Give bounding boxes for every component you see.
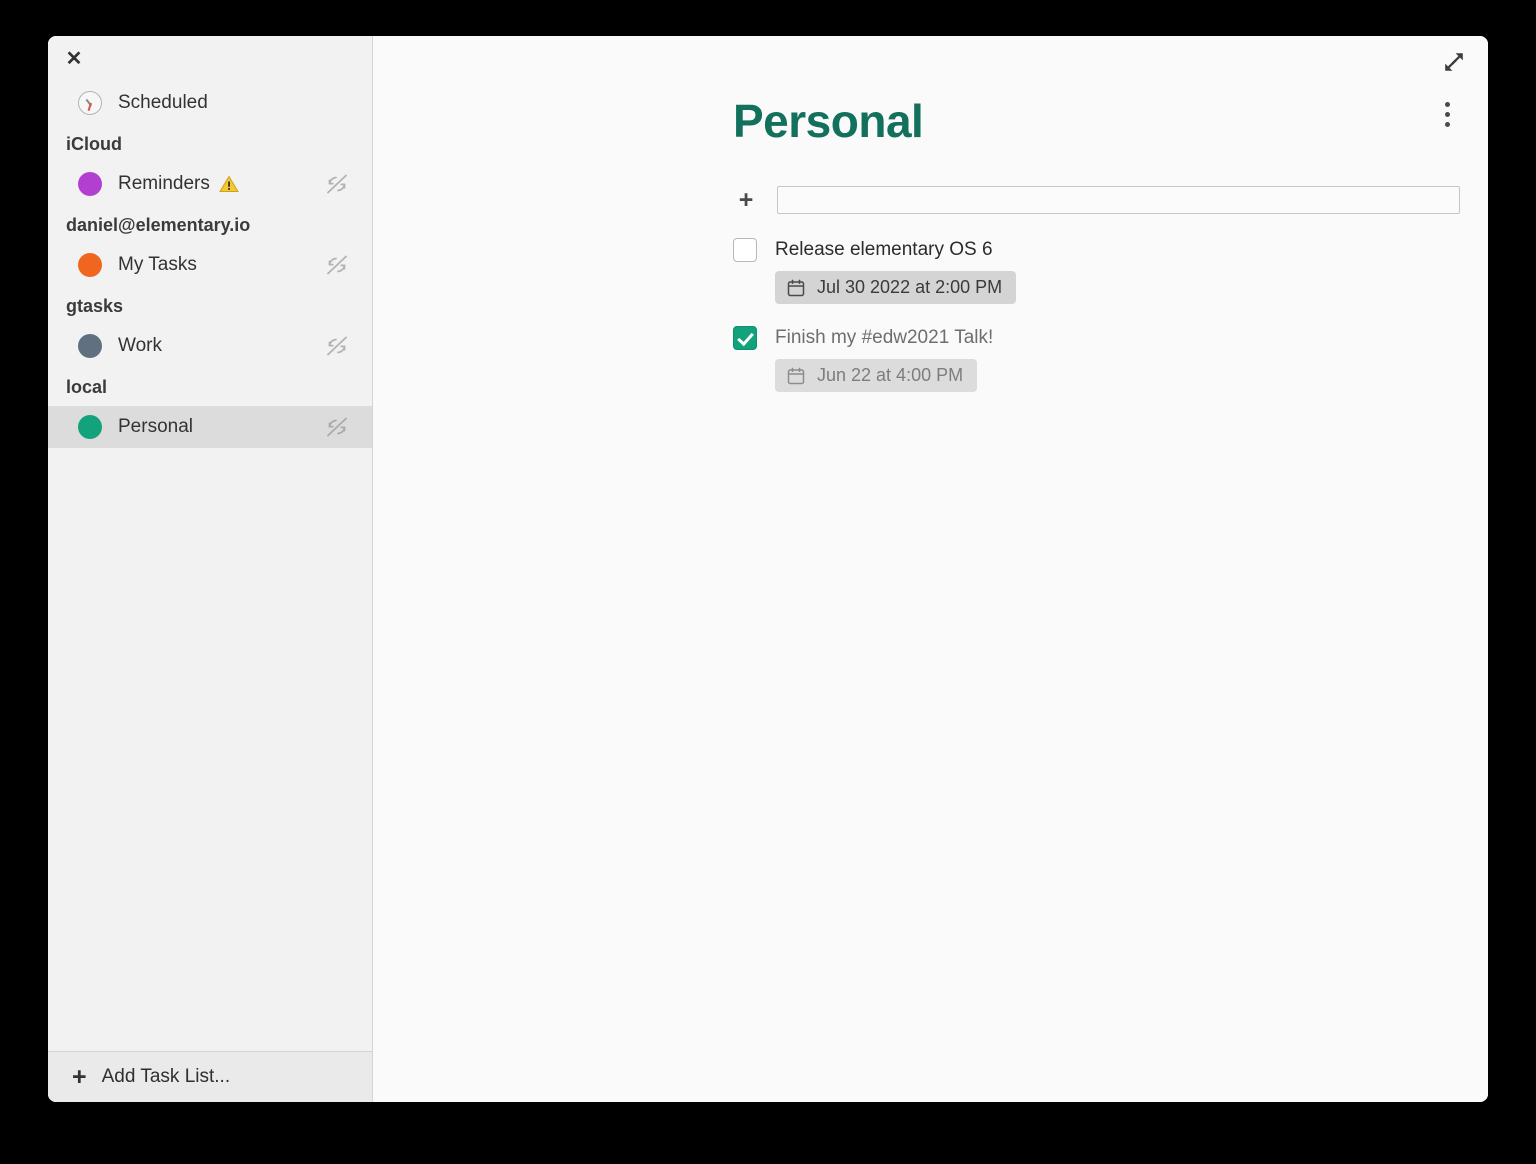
main-topbar — [373, 36, 1488, 127]
task-header: Release elementary OS 6 — [733, 238, 1488, 262]
task-due-label: Jul 30 2022 at 2:00 PM — [817, 277, 1003, 297]
new-task-input[interactable] — [777, 186, 1460, 214]
tasks-window: ✕ Scheduled iCloud Reminders daniel@elem… — [48, 36, 1488, 1102]
more-vertical-icon[interactable] — [1434, 96, 1460, 132]
clock-icon — [78, 91, 102, 115]
sidebar-item-personal[interactable]: Personal — [48, 406, 372, 448]
task-due-chip[interactable]: Jun 22 at 4:00 PM — [775, 359, 978, 392]
new-task-row: + — [733, 186, 1488, 214]
close-icon[interactable]: ✕ — [63, 48, 85, 70]
sidebar-item-my-tasks[interactable]: My Tasks — [48, 244, 372, 286]
dot — [1444, 101, 1450, 107]
sidebar-group-header-local: local — [66, 377, 108, 397]
task-checkbox[interactable] — [733, 238, 757, 262]
sidebar-group-header-account: daniel@elementary.io — [66, 215, 251, 235]
sidebar-group-header-gtasks: gtasks — [66, 296, 124, 316]
page-title: Personal — [733, 95, 924, 147]
list-color-dot — [78, 172, 102, 196]
sidebar: ✕ Scheduled iCloud Reminders daniel@elem… — [48, 36, 373, 1102]
warning-icon — [218, 175, 239, 193]
task-item: Release elementary OS 6 Jul 30 2022 at 2… — [733, 238, 1488, 304]
task-due-chip[interactable]: Jul 30 2022 at 2:00 PM — [775, 271, 1017, 304]
task-title: Release elementary OS 6 — [775, 239, 993, 260]
task-due-label: Jun 22 at 4:00 PM — [817, 365, 964, 385]
dot — [1444, 111, 1450, 117]
expand-icon[interactable] — [1442, 50, 1466, 74]
add-task-list-button[interactable]: + Add Task List... — [48, 1051, 372, 1102]
sidebar-header: ✕ — [48, 36, 372, 82]
calendar-icon — [787, 279, 805, 297]
sync-disabled-icon[interactable] — [324, 333, 350, 359]
task-item: Finish my #edw2021 Talk! Jun 22 at 4:00 … — [733, 326, 1488, 392]
add-task-list-label: Add Task List... — [101, 1066, 231, 1087]
sidebar-item-label: My Tasks — [118, 254, 197, 275]
sidebar-item-work[interactable]: Work — [48, 325, 372, 367]
sidebar-list[interactable]: Scheduled iCloud Reminders daniel@elemen… — [48, 82, 372, 1051]
sidebar-item-label: Reminders — [118, 173, 210, 194]
task-content: + Release elementary OS 6 Jul 30 2022 at… — [373, 148, 1488, 414]
sync-disabled-icon[interactable] — [324, 171, 350, 197]
plus-icon: + — [72, 1062, 87, 1091]
sidebar-item-reminders[interactable]: Reminders — [48, 163, 372, 205]
plus-icon[interactable]: + — [733, 187, 759, 213]
sidebar-item-label: Personal — [118, 416, 193, 437]
main-panel: Personal + Release elementary OS 6 Jul 3… — [373, 36, 1488, 1102]
task-checkbox[interactable] — [733, 326, 757, 350]
list-color-dot — [78, 253, 102, 277]
list-color-dot — [78, 415, 102, 439]
sync-disabled-icon[interactable] — [324, 414, 350, 440]
task-header: Finish my #edw2021 Talk! — [733, 326, 1488, 350]
dot — [1444, 121, 1450, 127]
task-list: Release elementary OS 6 Jul 30 2022 at 2… — [733, 238, 1488, 392]
sidebar-item-label: Scheduled — [118, 92, 208, 113]
sync-disabled-icon[interactable] — [324, 252, 350, 278]
task-title: Finish my #edw2021 Talk! — [775, 327, 994, 348]
sidebar-item-scheduled[interactable]: Scheduled — [48, 82, 372, 124]
calendar-icon — [787, 367, 805, 385]
sidebar-item-label: Work — [118, 335, 162, 356]
list-color-dot — [78, 334, 102, 358]
sidebar-group-header-icloud: iCloud — [66, 134, 122, 154]
